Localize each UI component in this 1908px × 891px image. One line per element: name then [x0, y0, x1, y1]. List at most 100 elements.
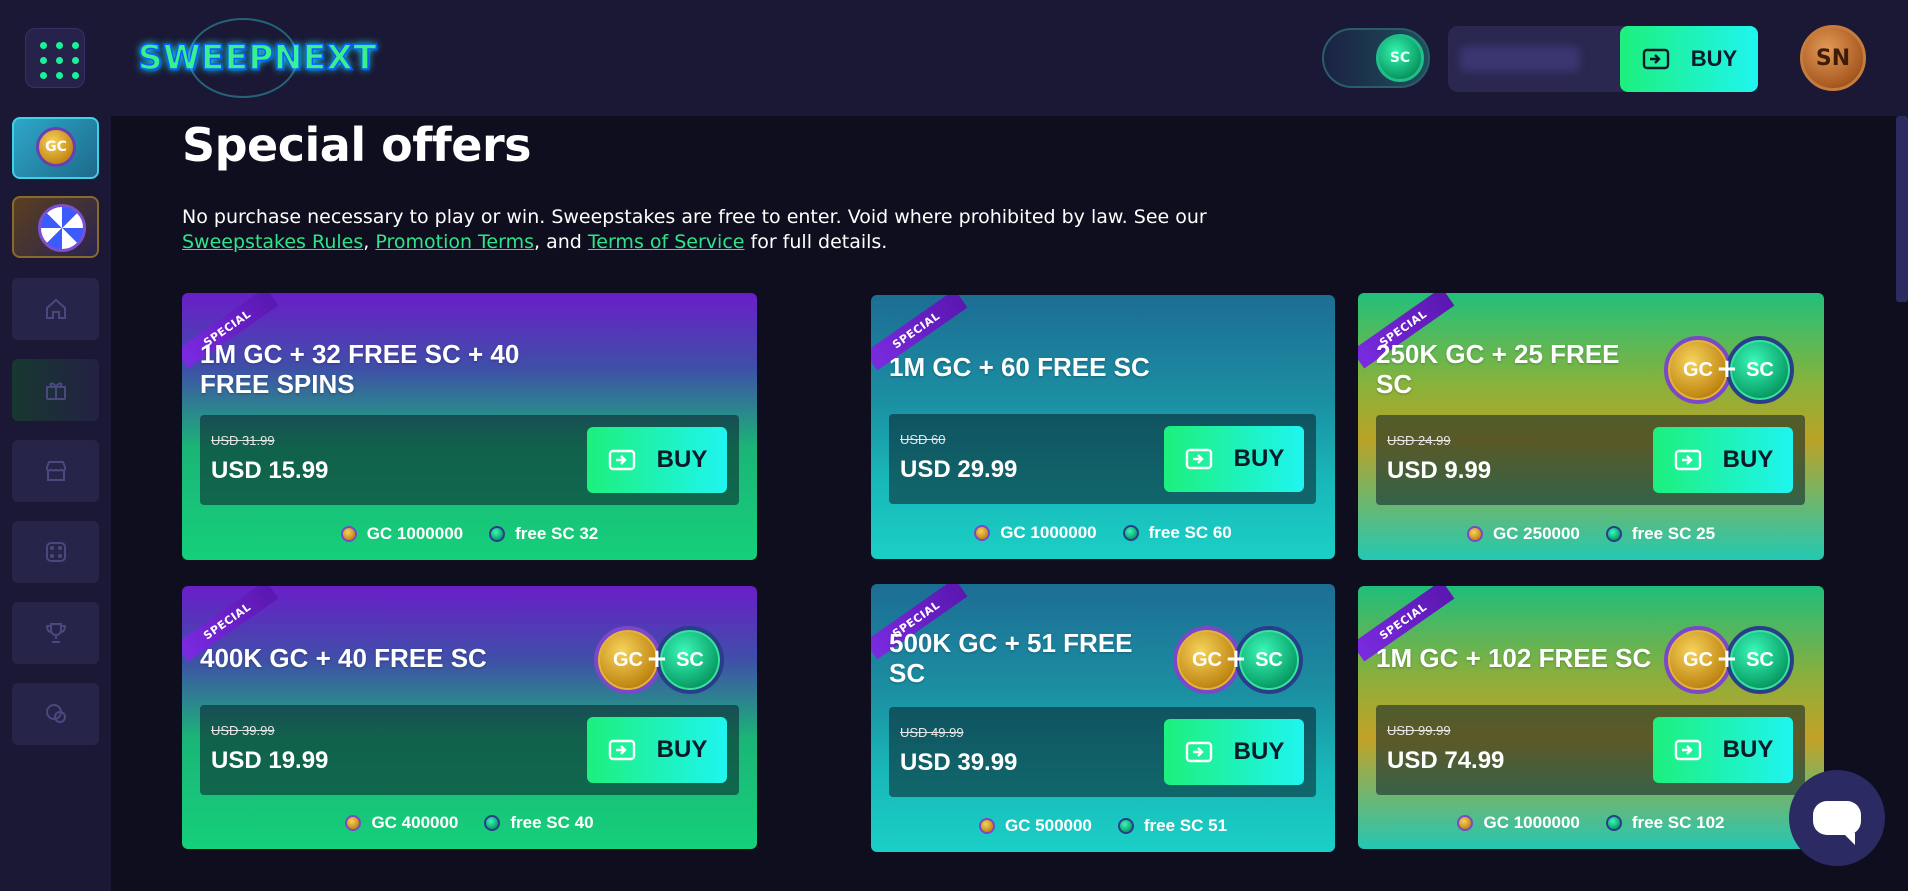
original-price: USD 39.99 [211, 723, 275, 738]
wallet-icon [1642, 48, 1669, 70]
price-panel: USD 24.99 USD 9.99 BUY [1376, 415, 1805, 505]
live-chat-button[interactable] [1789, 770, 1885, 866]
sidebar-item-tournaments[interactable] [12, 602, 99, 664]
header-buy-button[interactable]: BUY [1620, 26, 1758, 92]
offer-title: 1M GC + 32 FREE SC + 40 FREE SPINS [200, 339, 520, 399]
user-avatar[interactable]: SN [1800, 25, 1866, 91]
sc-amount: free SC 40 [510, 813, 594, 832]
trophy-icon [45, 623, 66, 643]
sidebar-item-home[interactable] [12, 278, 99, 340]
offer-rewards: GC 1000000 free SC 32 [182, 524, 757, 544]
plus-sign: + [1716, 354, 1738, 384]
grid-dot-icon [56, 72, 63, 79]
price-panel: USD 99.99 USD 74.99 BUY [1376, 705, 1805, 795]
sidebar-item-support[interactable] [12, 683, 99, 745]
sc-amount: free SC 32 [515, 524, 599, 543]
top-header: SWEEPNEXT SC BUY SN [0, 0, 1908, 116]
logo-orbit-decoration [188, 18, 298, 98]
sidebar-item-store[interactable] [12, 440, 99, 502]
left-sidebar: GC [0, 116, 111, 891]
wallet-icon [1185, 448, 1212, 470]
apps-menu-button[interactable] [25, 28, 85, 88]
gc-sc-coins: GC SC + [594, 626, 724, 694]
grid-dot-icon [72, 57, 79, 64]
offer-rewards: GC 1000000 free SC 102 [1358, 813, 1824, 833]
price-panel: USD 39.99 USD 19.99 BUY [200, 705, 739, 795]
gc-amount: GC 1000000 [1483, 813, 1580, 832]
sc-coin-icon [1122, 525, 1139, 541]
buy-button[interactable]: BUY [587, 717, 727, 783]
buy-button[interactable]: BUY [1164, 719, 1304, 785]
gc-coin-icon [974, 525, 991, 541]
buy-label: BUY [1233, 738, 1285, 765]
site-logo[interactable]: SWEEPNEXT [137, 18, 377, 98]
store-icon [45, 461, 66, 481]
sc-amount: free SC 25 [1631, 524, 1716, 543]
offer-card: SPECIAL 1M GC + 102 FREE SC GC SC + USD … [1358, 586, 1824, 849]
buy-label: BUY [656, 446, 708, 473]
header-buy-label: BUY [1690, 46, 1738, 71]
buy-button[interactable]: BUY [1653, 427, 1793, 493]
gc-amount: GC 250000 [1492, 524, 1580, 543]
gc-coin-icon [1457, 815, 1474, 831]
sc-coin-icon: SC [1376, 34, 1424, 82]
gold-coins-promo[interactable]: GC [12, 117, 99, 179]
page-scrollbar[interactable] [1896, 116, 1908, 302]
original-price: USD 24.99 [1387, 433, 1451, 448]
buy-label: BUY [1722, 446, 1774, 473]
gc-amount: GC 500000 [1004, 816, 1092, 835]
wallet-icon [608, 449, 635, 471]
wallet-icon [1674, 739, 1701, 761]
currency-toggle[interactable]: SC [1322, 28, 1430, 88]
original-price: USD 31.99 [211, 433, 275, 448]
promotion-terms-link[interactable]: Promotion Terms [375, 231, 534, 253]
offer-card: SPECIAL 1M GC + 32 FREE SC + 40 FREE SPIN… [182, 293, 757, 560]
original-price: USD 99.99 [1387, 723, 1451, 738]
page-title: Special offers [182, 118, 532, 172]
sidebar-item-games[interactable] [12, 521, 99, 583]
sc-coin-icon [1605, 815, 1622, 831]
sale-price: USD 39.99 [900, 749, 1018, 776]
prize-wheel-promo[interactable] [12, 196, 99, 258]
sale-price: USD 15.99 [211, 457, 329, 484]
price-panel: USD 49.99 USD 39.99 BUY [889, 707, 1316, 797]
plus-sign: + [646, 644, 668, 674]
plus-sign: + [1716, 644, 1738, 674]
home-icon [45, 298, 66, 319]
offer-title: 400K GC + 40 FREE SC [200, 643, 487, 673]
terms-of-service-link[interactable]: Terms of Service [588, 231, 745, 253]
buy-label: BUY [1233, 445, 1285, 472]
legal-disclaimer: No purchase necessary to play or win. Sw… [182, 205, 1302, 255]
grid-dot-icon [56, 42, 63, 49]
offer-title: 250K GC + 25 FREE SC [1376, 339, 1620, 399]
gc-coin-icon [340, 526, 357, 542]
offer-title: 1M GC + 60 FREE SC [889, 352, 1150, 382]
sc-coin-icon [484, 815, 501, 831]
sc-amount: free SC 102 [1631, 813, 1725, 832]
wheel-icon [38, 204, 86, 252]
sweepstakes-rules-link[interactable]: Sweepstakes Rules [182, 231, 363, 253]
plus-sign: + [1225, 644, 1247, 674]
separator-comma: , [363, 231, 370, 253]
grid-dot-icon [40, 42, 47, 49]
offer-card: SPECIAL 1M GC + 60 FREE SC USD 60 USD 29… [871, 295, 1335, 559]
buy-label: BUY [656, 736, 708, 763]
wallet-icon [608, 739, 635, 761]
buy-button[interactable]: BUY [1653, 717, 1793, 783]
buy-button[interactable]: BUY [587, 427, 727, 493]
sidebar-item-rewards[interactable] [12, 359, 99, 421]
sale-price: USD 29.99 [900, 456, 1018, 483]
sc-amount: free SC 60 [1148, 523, 1232, 542]
separator-and: , and [534, 231, 582, 253]
gc-sc-coins: GC SC + [1173, 626, 1303, 694]
sc-coin-icon [1117, 818, 1134, 834]
grid-dot-icon [56, 57, 63, 64]
buy-label: BUY [1722, 736, 1774, 763]
gc-coin-icon: GC [36, 127, 76, 167]
offer-title: 500K GC + 51 FREE SC [889, 628, 1133, 688]
buy-button[interactable]: BUY [1164, 426, 1304, 492]
sc-amount: free SC 51 [1143, 816, 1228, 835]
original-price: USD 49.99 [900, 725, 964, 740]
dice-icon [45, 542, 66, 562]
wallet-icon [1674, 449, 1701, 471]
